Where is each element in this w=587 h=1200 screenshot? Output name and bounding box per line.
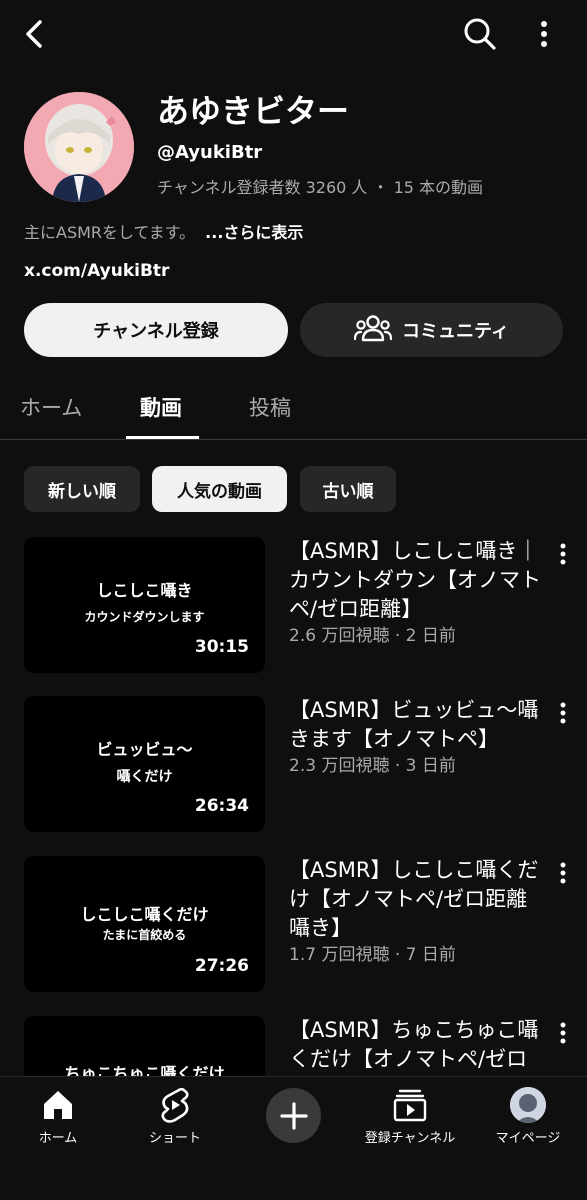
thumbnail-caption: ビュッビュ〜: [96, 740, 193, 759]
channel-link[interactable]: x.com/AyukiBtr: [24, 261, 169, 281]
video-meta: 2.3 万回視聴 · 3 日前: [289, 756, 456, 776]
active-tab-indicator: [126, 436, 199, 439]
video-duration: 27:26: [194, 956, 249, 976]
nav-mypage-label: マイページ: [495, 1131, 561, 1146]
video-item[interactable]: ビュッビュ〜 囁くだけ 26:34 【ASMR】ビュッビュ〜囁きます【オノマトペ…: [0, 696, 587, 836]
more-vert-icon[interactable]: [532, 14, 556, 54]
create-button[interactable]: [266, 1088, 321, 1143]
thumbnail-caption: しこしこ囁くだけ: [80, 905, 209, 924]
community-button[interactable]: コミュニティ: [300, 303, 563, 357]
video-meta: 2.6 万回視聴 · 2 日前: [289, 626, 456, 646]
home-icon: [44, 1091, 72, 1119]
bottom-navigation: ホーム ショート 登録チャンネル マイページ: [0, 1076, 587, 1200]
video-title[interactable]: 【ASMR】ビュッビュ〜囁きます【オノマトペ】: [289, 696, 541, 754]
chip-oldest[interactable]: 古い順: [300, 466, 396, 512]
top-bar: [0, 0, 587, 70]
video-thumbnail[interactable]: しこしこ囁くだけ たまに首絞める 27:26: [24, 856, 265, 992]
subscriptions-icon: [393, 1089, 427, 1122]
tab-home[interactable]: ホーム: [20, 392, 82, 422]
nav-shorts-label: ショート: [148, 1131, 201, 1146]
nav-subscriptions[interactable]: 登録チャンネル: [355, 1087, 465, 1146]
show-more-link[interactable]: ...さらに表示: [205, 223, 303, 242]
video-title[interactable]: 【ASMR】しこしこ囁くだけ【オノマトペ/ゼロ距離囁き】: [289, 856, 541, 943]
channel-stats: チャンネル登録者数 3260 人 ・ 15 本の動画: [157, 178, 484, 197]
channel-description[interactable]: 主にASMRをしてます。 ...さらに表示: [24, 219, 303, 243]
description-text: 主にASMRをしてます。: [24, 223, 196, 242]
thumbnail-subcaption: たまに首絞める: [102, 928, 187, 942]
thumbnail-subcaption: 囁くだけ: [116, 769, 173, 785]
video-more-icon[interactable]: [553, 541, 573, 567]
video-duration: 26:34: [194, 796, 249, 816]
video-title[interactable]: 【ASMR】しこしこ囁き｜カウントダウン【オノマトペ/ゼロ距離】: [289, 537, 541, 624]
channel-tabs: ホーム 動画 投稿: [0, 378, 587, 440]
video-thumbnail[interactable]: しこしこ囁き カウンドダウンします 30:15: [24, 537, 265, 673]
nav-subscriptions-label: 登録チャンネル: [364, 1131, 456, 1146]
chip-newest[interactable]: 新しい順: [24, 466, 140, 512]
shorts-icon: [161, 1087, 189, 1123]
community-icon: [353, 313, 393, 348]
video-more-icon[interactable]: [553, 1020, 573, 1046]
nav-home[interactable]: ホーム: [3, 1087, 113, 1146]
video-meta: 1.7 万回視聴 · 7 日前: [289, 945, 456, 965]
plus-icon: [279, 1101, 308, 1130]
chip-popular[interactable]: 人気の動画: [152, 466, 287, 512]
subscribe-label: チャンネル登録: [93, 321, 219, 342]
thumbnail-subcaption: カウンドダウンします: [84, 610, 205, 624]
back-arrow-icon[interactable]: [20, 14, 52, 54]
video-item[interactable]: しこしこ囁くだけ たまに首絞める 27:26 【ASMR】しこしこ囁くだけ【オノ…: [0, 856, 587, 996]
thumbnail-caption: しこしこ囁き: [96, 581, 193, 600]
nav-home-label: ホーム: [38, 1131, 78, 1146]
video-thumbnail[interactable]: ビュッビュ〜 囁くだけ 26:34: [24, 696, 265, 832]
search-icon[interactable]: [460, 14, 500, 54]
video-item[interactable]: しこしこ囁き カウンドダウンします 30:15 【ASMR】しこしこ囁き｜カウン…: [0, 537, 587, 677]
channel-avatar[interactable]: [24, 92, 134, 202]
video-more-icon[interactable]: [553, 700, 573, 726]
subscribe-button[interactable]: チャンネル登録: [24, 303, 288, 357]
video-duration: 30:15: [194, 637, 249, 657]
tab-posts[interactable]: 投稿: [249, 392, 291, 422]
tab-videos[interactable]: 動画: [140, 392, 182, 422]
nav-shorts[interactable]: ショート: [120, 1087, 230, 1146]
nav-mypage[interactable]: マイページ: [473, 1087, 583, 1146]
community-label: コミュニティ: [402, 321, 509, 342]
account-avatar: [510, 1087, 546, 1123]
video-more-icon[interactable]: [553, 860, 573, 886]
channel-name: あゆきビター: [157, 92, 350, 130]
channel-handle: @AyukiBtr: [157, 142, 263, 163]
